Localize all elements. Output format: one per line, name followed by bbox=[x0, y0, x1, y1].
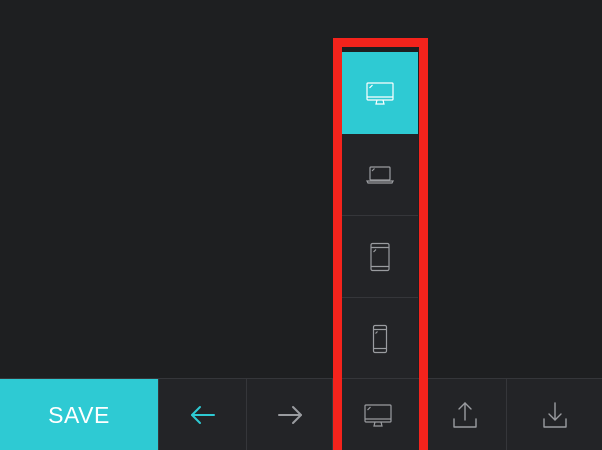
save-button[interactable]: SAVE bbox=[0, 379, 158, 450]
bottom-toolbar: SAVE bbox=[0, 378, 602, 450]
device-option-desktop[interactable] bbox=[342, 52, 418, 134]
upload-icon bbox=[453, 402, 477, 428]
arrow-right-icon bbox=[277, 406, 302, 424]
download-button[interactable] bbox=[506, 379, 602, 450]
device-preview-button[interactable] bbox=[332, 379, 423, 450]
device-option-laptop[interactable] bbox=[342, 134, 418, 216]
device-option-phone[interactable] bbox=[342, 298, 418, 380]
phone-icon bbox=[372, 324, 388, 354]
editor-canvas: SAVE bbox=[0, 0, 602, 450]
device-selector-menu bbox=[342, 52, 418, 380]
laptop-icon bbox=[366, 165, 394, 184]
tablet-icon bbox=[370, 242, 390, 271]
undo-button[interactable] bbox=[158, 379, 246, 450]
desktop-monitor-icon bbox=[366, 82, 394, 105]
desktop-monitor-icon bbox=[364, 404, 392, 427]
device-option-tablet[interactable] bbox=[342, 216, 418, 298]
upload-button[interactable] bbox=[423, 379, 506, 450]
arrow-left-icon bbox=[190, 406, 215, 424]
download-icon bbox=[542, 402, 567, 428]
redo-button[interactable] bbox=[246, 379, 332, 450]
